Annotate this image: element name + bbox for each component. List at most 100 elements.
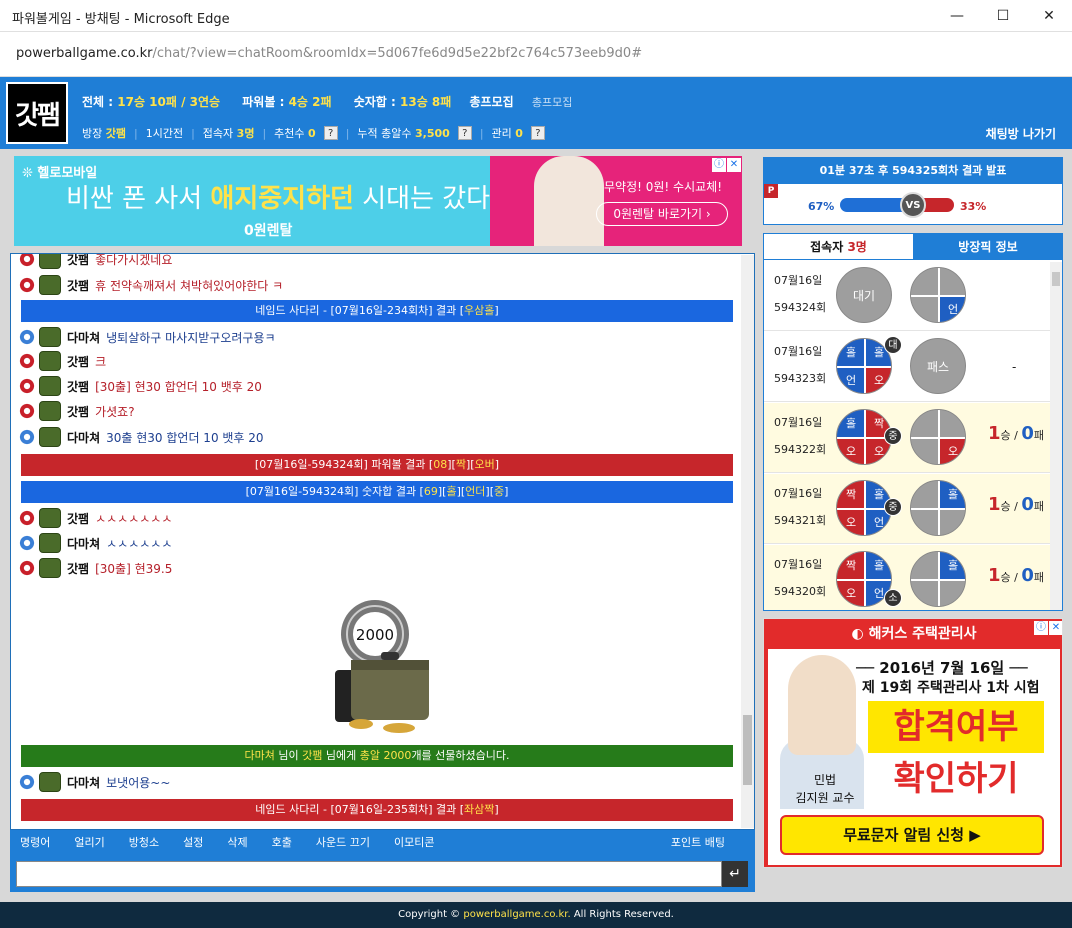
round-row: 07월16일 594324회 대기 언 — [764, 261, 1050, 331]
toolbar-call[interactable]: 호출 — [272, 834, 292, 850]
toolbar-settings[interactable]: 설정 — [183, 834, 203, 850]
maximize-button[interactable]: ☐ — [980, 0, 1026, 32]
pick-history-scrollbar[interactable] — [1050, 262, 1062, 610]
level-icon — [19, 403, 35, 419]
chat-nick[interactable]: 갓팸 — [67, 403, 89, 420]
chat-nick[interactable]: 다마쳐 — [67, 774, 100, 791]
ad-cta-button[interactable]: 0원렌탈 바로가기 › — [596, 202, 728, 226]
leave-room-button[interactable]: 채팅방 나가기 — [986, 125, 1056, 142]
chat-input[interactable] — [16, 861, 722, 887]
room-time: 1시간전 — [145, 127, 184, 140]
chat-nick[interactable]: 갓팸 — [67, 560, 89, 577]
chat-message: 갓팸 [30출] 현39.5 — [19, 557, 172, 579]
pick-size-badge: 대 — [884, 336, 902, 354]
chat-nick[interactable]: 다마쳐 — [67, 329, 100, 346]
chat-text: 보냇어용~~ — [106, 775, 171, 790]
round-score: 1승 / 0패 — [988, 565, 1045, 586]
toolbar-command[interactable]: 명령어 — [20, 834, 50, 850]
red-percent: 33% — [960, 200, 987, 213]
chat-nick[interactable]: 갓팸 — [67, 254, 89, 268]
ad2-close-icon[interactable]: ✕ — [1049, 621, 1062, 635]
chat-scrollbar[interactable] — [741, 255, 754, 828]
round-date: 07월16일 — [774, 558, 823, 571]
powerball-result-bar: [07월16일-594324회] 파워볼 결과 [08][짝][오버] — [21, 454, 733, 476]
rec-help-button[interactable]: ? — [323, 126, 338, 140]
next-result-panel: 01분 37초 후 594325회차 결과 발표 P 67% VS 33% — [763, 157, 1063, 225]
level-icon — [19, 560, 35, 576]
level-icon — [19, 429, 35, 445]
ad2-info-icon[interactable]: ⓘ — [1034, 621, 1048, 635]
side-ad[interactable]: ◐ 해커스 주택관리사 ── 2016년 7월 16일 ── 제 19회 주택관… — [763, 618, 1063, 868]
ad-sub: 0원렌탈 — [244, 223, 293, 239]
result-ball: 언 — [910, 267, 966, 323]
ad-info-icon[interactable]: ⓘ — [712, 158, 726, 172]
avatar — [39, 351, 61, 371]
round-score: 1승 / 0패 — [988, 494, 1045, 515]
address-bar[interactable]: powerballgame.co.kr/chat/?view=chatRoom&… — [0, 32, 1072, 77]
ad2-caption: 민법 김지원 교수 — [795, 773, 855, 805]
toolbar-point-bet[interactable]: 포인트 배팅 — [671, 834, 725, 850]
chat-nick[interactable]: 갓팸 — [67, 277, 89, 294]
pick-history-scroll-thumb[interactable] — [1052, 272, 1060, 286]
rec-count: 0 — [308, 126, 316, 140]
level-icon — [19, 774, 35, 790]
chat-message: 다마쳐 보냇어용~~ — [19, 771, 170, 793]
chat-log[interactable]: 갓팸 좋다가시겠네요 갓팸 휴 전약속깨져서 쳐박혀있어야한다 ㅋ 네임드 사다리 … — [10, 253, 755, 830]
toolbar-sound-off[interactable]: 사운드 끄기 — [316, 834, 370, 850]
level-icon — [19, 378, 35, 394]
bullets-help-button[interactable]: ? — [457, 126, 472, 140]
bullets-count: 3,500 — [415, 126, 450, 140]
stat-sum-label: 숫자합 : — [353, 95, 396, 109]
users-label: 접속자 — [202, 127, 234, 140]
close-button[interactable]: ✕ — [1026, 0, 1072, 32]
chat-nick[interactable]: 다마쳐 — [67, 429, 100, 446]
chat-text: 좋다가시겠네요 — [95, 253, 173, 267]
ad2-headline-2: 확인하기 — [893, 759, 1019, 799]
chat-toolbar: 명령어 얼리기 방청소 설정 삭제 호출 사운드 끄기 이모티콘 포인트 배팅 — [10, 830, 755, 854]
result-ball: 오 — [910, 409, 966, 465]
chat-nick[interactable]: 다마쳐 — [67, 535, 100, 552]
round-score: - — [1012, 360, 1017, 374]
ad-close-icon[interactable]: ✕ — [727, 158, 741, 172]
round-date: 07월16일 — [774, 274, 823, 287]
sum-result-bar: [07월16일-594324회] 숫자합 결과 [69][홀][언더][중] — [21, 481, 733, 503]
stat-sum-value: 13승 8패 — [400, 95, 452, 109]
banner-ad[interactable]: ❊ 헬로모바일 비싼 폰 사서 애지중지하던 시대는 갔다! 0원렌탈 무약정!… — [14, 156, 742, 246]
powerball-badge: P — [764, 184, 778, 198]
stat-total-label: 전체 : — [82, 95, 114, 109]
ad2-date: ── 2016년 7월 16일 ── — [856, 659, 1028, 677]
vs-badge: VS — [900, 192, 926, 218]
minimize-button[interactable]: — — [934, 0, 980, 32]
avatar — [39, 401, 61, 421]
rec-label: 추천수 — [274, 127, 305, 140]
toolbar-freeze[interactable]: 얼리기 — [74, 834, 104, 850]
close-icon: ✕ — [1043, 8, 1055, 24]
ad2-cta-button[interactable]: 무료문자 알림 신청 ▶ — [780, 815, 1044, 855]
window-titlebar: 파워볼게임 - 방채팅 - Microsoft Edge — ☐ ✕ — [0, 0, 1072, 32]
ladder-result-bar: 네임드 사다리 - [07월16일-234회차] 결과 [우삼홀] — [21, 300, 733, 322]
toolbar-clear[interactable]: 방청소 — [129, 834, 159, 850]
round-number: 594323회 — [774, 372, 827, 385]
chat-nick[interactable]: 갓팸 — [67, 353, 89, 370]
window-title: 파워볼게임 - 방채팅 - Microsoft Edge — [12, 12, 230, 27]
admin-help-button[interactable]: ? — [530, 126, 545, 140]
avatar — [39, 508, 61, 528]
round-score: 1승 / 0패 — [988, 423, 1045, 444]
stats-row: 전체 : 17승 10패 / 3연승 파워볼 : 4승 2패 숫자합 : 13승… — [82, 93, 572, 110]
tab-room-picks[interactable]: 방장픽 정보 — [913, 234, 1062, 260]
toolbar-delete[interactable]: 삭제 — [227, 834, 247, 850]
enter-icon: ↵ — [729, 866, 741, 882]
toolbar-emoticon[interactable]: 이모티콘 — [394, 834, 434, 850]
send-button[interactable]: ↵ — [722, 861, 748, 887]
tab-users[interactable]: 접속자 3명 — [764, 234, 913, 260]
chat-scroll-thumb[interactable] — [743, 715, 752, 785]
ad-pink-panel — [490, 156, 742, 246]
pick-size-badge: 중 — [884, 498, 902, 516]
chat-nick[interactable]: 갓팸 — [67, 510, 89, 527]
pick-size-badge: 중 — [884, 427, 902, 445]
admin-count: 0 — [515, 126, 523, 140]
url-text[interactable]: powerballgame.co.kr/chat/?view=chatRoom&… — [16, 46, 642, 61]
chat-nick[interactable]: 갓팸 — [67, 378, 89, 395]
stat-powerball-value: 4승 2패 — [288, 95, 332, 109]
bullets-label: 누적 총알수 — [357, 127, 412, 140]
